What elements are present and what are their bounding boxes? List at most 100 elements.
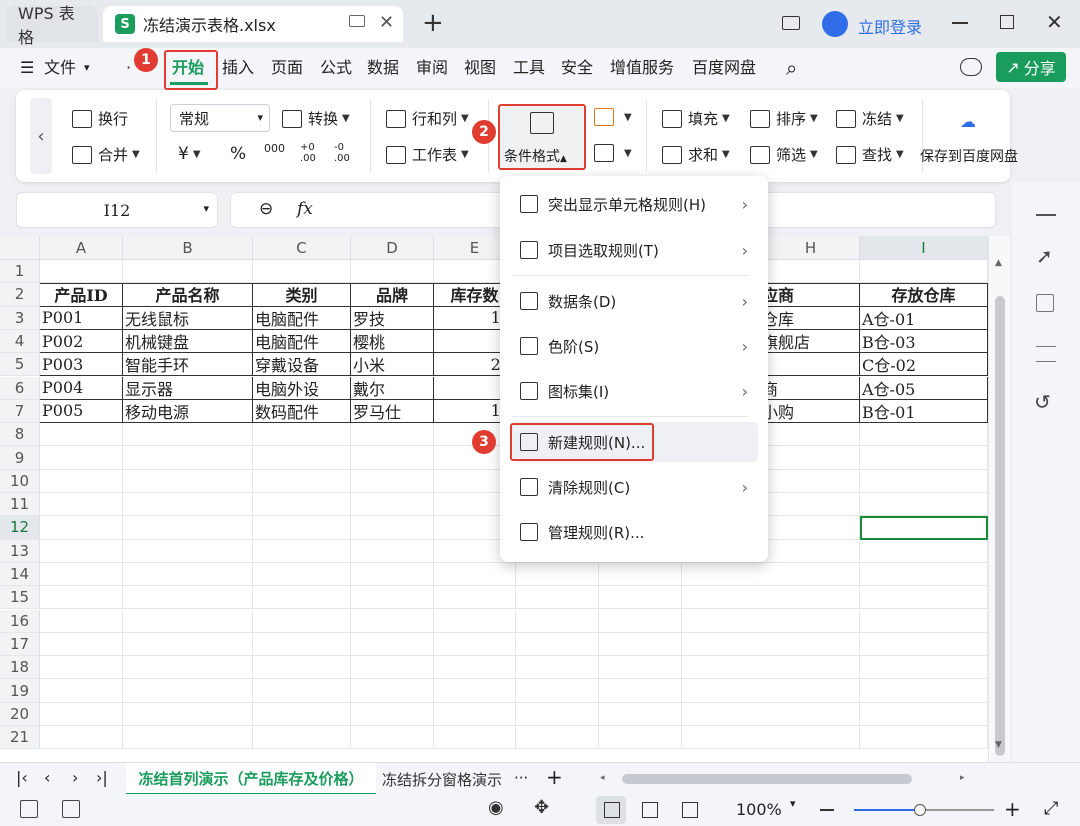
- page-break-icon[interactable]: [682, 802, 698, 818]
- cell[interactable]: [253, 726, 351, 750]
- cell[interactable]: [860, 539, 988, 563]
- row-header[interactable]: 16: [0, 609, 40, 633]
- cell[interactable]: [253, 656, 351, 680]
- cell[interactable]: [351, 446, 434, 470]
- tab-insert[interactable]: 插入: [222, 48, 254, 88]
- cell[interactable]: 机械键盘: [123, 329, 253, 354]
- freeze-button[interactable]: 冻结 ▼: [836, 108, 904, 129]
- menu-item-top-bottom-rules[interactable]: 项目选取规则(T) ›: [512, 230, 758, 270]
- chat-icon[interactable]: [960, 58, 982, 76]
- row-header[interactable]: 7: [0, 399, 40, 424]
- fullscreen-icon[interactable]: ⤢: [1044, 798, 1058, 819]
- cell[interactable]: B仓-03: [860, 329, 988, 354]
- cell[interactable]: 罗技: [351, 306, 434, 330]
- cell[interactable]: [599, 726, 682, 750]
- row-header[interactable]: 8: [0, 423, 40, 447]
- row-header[interactable]: 10: [0, 469, 40, 493]
- minimize-icon[interactable]: [952, 22, 968, 24]
- cell[interactable]: [40, 586, 123, 610]
- worksheet-button[interactable]: 工作表 ▼: [386, 144, 469, 165]
- cell[interactable]: [40, 656, 123, 680]
- cell[interactable]: [351, 726, 434, 750]
- cell[interactable]: [682, 609, 860, 633]
- format-painter-button[interactable]: ▼: [594, 108, 632, 126]
- tab-value-added[interactable]: 增值服务: [610, 48, 674, 88]
- cell[interactable]: [860, 469, 988, 493]
- cell[interactable]: [434, 562, 516, 587]
- horizontal-scrollbar[interactable]: ◂ ▸: [600, 773, 970, 785]
- cell[interactable]: [599, 586, 682, 610]
- cell[interactable]: [123, 632, 253, 657]
- cell[interactable]: [123, 679, 253, 703]
- collapse-icon[interactable]: [1036, 214, 1056, 216]
- cell[interactable]: 罗马仕: [351, 399, 434, 424]
- cell[interactable]: [434, 632, 516, 657]
- cell[interactable]: [351, 679, 434, 703]
- cell[interactable]: 移动电源: [123, 399, 253, 424]
- cell[interactable]: [123, 562, 253, 587]
- cell[interactable]: [860, 726, 988, 750]
- row-header[interactable]: 21: [0, 726, 40, 750]
- cell[interactable]: [860, 632, 988, 657]
- save-baidu-button[interactable]: ☁ 保存到百度网盘: [920, 106, 1018, 168]
- menu-item-color-scales[interactable]: 色阶(S) ›: [512, 326, 758, 366]
- cell[interactable]: [516, 609, 599, 633]
- row-header[interactable]: 9: [0, 446, 40, 470]
- window-mode-icon[interactable]: [782, 16, 800, 30]
- row-header[interactable]: 5: [0, 353, 40, 377]
- last-sheet-icon[interactable]: ›|: [96, 768, 108, 787]
- hscrollbar-thumb[interactable]: [622, 774, 912, 784]
- file-tab[interactable]: S 冻结演示表格.xlsx ✕: [103, 6, 403, 42]
- search-icon[interactable]: ⌕: [786, 48, 797, 88]
- zoom-slider-thumb[interactable]: [914, 804, 926, 816]
- maximize-icon[interactable]: [1000, 15, 1014, 29]
- cell[interactable]: [253, 516, 351, 540]
- cell[interactable]: [516, 656, 599, 680]
- cell[interactable]: [123, 260, 253, 284]
- cell[interactable]: [351, 423, 434, 447]
- cell[interactable]: [123, 539, 253, 563]
- cell[interactable]: [253, 632, 351, 657]
- fx-icon[interactable]: fx: [297, 199, 313, 219]
- cell[interactable]: [516, 562, 599, 587]
- cell[interactable]: [351, 539, 434, 563]
- row-header[interactable]: 13: [0, 539, 40, 563]
- cell[interactable]: 类别: [253, 283, 351, 307]
- cell[interactable]: 产品ID: [40, 283, 123, 307]
- zoom-formula-icon[interactable]: ⊖: [259, 199, 273, 219]
- pointer-icon[interactable]: ➚: [1036, 244, 1053, 268]
- currency-button[interactable]: ¥ ▼: [178, 144, 201, 164]
- more-sheets-icon[interactable]: ···: [514, 769, 528, 787]
- window-preview-icon[interactable]: [349, 15, 365, 27]
- zoom-in-icon[interactable]: +: [1004, 797, 1021, 821]
- fill-button[interactable]: 填充 ▼: [662, 108, 730, 129]
- menu-item-icon-sets[interactable]: 图标集(I) ›: [512, 371, 758, 411]
- cell[interactable]: P004: [40, 376, 123, 400]
- tab-tools[interactable]: 工具: [513, 48, 545, 88]
- cell[interactable]: [40, 469, 123, 493]
- cell[interactable]: [599, 609, 682, 633]
- cell[interactable]: 电脑配件: [253, 306, 351, 330]
- row-header[interactable]: 4: [0, 329, 40, 354]
- cell[interactable]: [40, 516, 123, 540]
- menu-item-highlight-rules[interactable]: 突出显示单元格规则(H) ›: [512, 184, 758, 224]
- row-header[interactable]: 12: [0, 516, 40, 540]
- settings-slider-icon[interactable]: [1036, 346, 1056, 362]
- scroll-right-icon[interactable]: ▸: [960, 773, 965, 783]
- new-tab-button[interactable]: +: [422, 8, 444, 38]
- cell[interactable]: 穿戴设备: [253, 353, 351, 377]
- cell[interactable]: [351, 469, 434, 493]
- cell[interactable]: [599, 632, 682, 657]
- decrease-decimal-button[interactable]: -0.00: [334, 142, 350, 164]
- cell[interactable]: [860, 562, 988, 587]
- column-header[interactable]: B: [123, 236, 253, 260]
- cell[interactable]: [516, 632, 599, 657]
- cell[interactable]: [123, 446, 253, 470]
- cell[interactable]: 数码配件: [253, 399, 351, 424]
- cell[interactable]: [682, 726, 860, 750]
- cell[interactable]: 显示器: [123, 376, 253, 400]
- thousands-button[interactable]: 000: [264, 142, 285, 155]
- ribbon-scroll-left-button[interactable]: ‹: [30, 98, 52, 174]
- transform-icon[interactable]: [1036, 294, 1054, 312]
- cell[interactable]: 电脑外设: [253, 376, 351, 400]
